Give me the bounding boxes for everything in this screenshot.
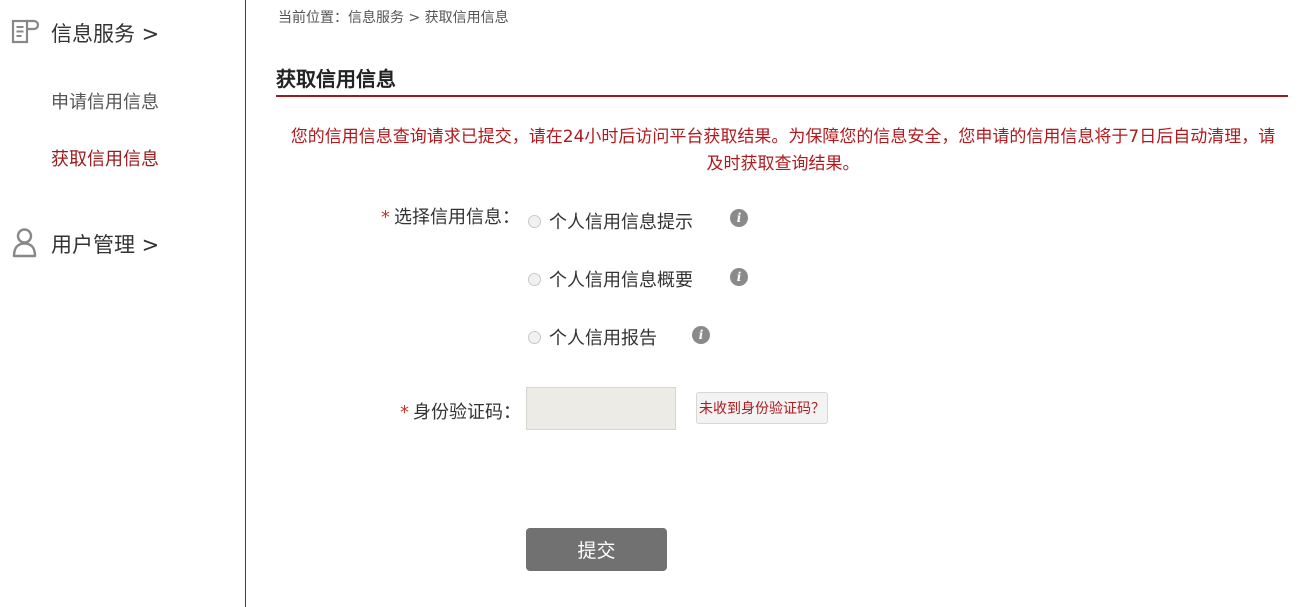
option-credit-report[interactable]: 个人信用报告 bbox=[528, 324, 657, 350]
verification-code-label: * 身份验证码： bbox=[400, 398, 521, 424]
option-label: 个人信用报告 bbox=[549, 328, 657, 349]
main-content: 当前位置：信息服务 > 获取信用信息 获取信用信息 您的信用信息查询请求已提交，… bbox=[246, 0, 1302, 607]
credit-info-label: * 选择信用信息： bbox=[381, 203, 520, 229]
radio-button[interactable] bbox=[528, 214, 541, 228]
option-credit-info-hint[interactable]: 个人信用信息提示 bbox=[528, 208, 693, 234]
option-label: 个人信用信息概要 bbox=[549, 270, 693, 291]
nav-section-user-management[interactable]: 用户管理 > bbox=[10, 226, 159, 262]
submit-button[interactable]: 提交 bbox=[526, 528, 667, 571]
option-label: 个人信用信息提示 bbox=[549, 212, 693, 233]
required-mark: * bbox=[381, 207, 390, 228]
nav-section-label: 用户管理 > bbox=[51, 233, 160, 257]
document-icon bbox=[10, 16, 40, 50]
info-icon[interactable]: i bbox=[730, 209, 748, 227]
sidebar: 信息服务 > 申请信用信息 获取信用信息 用户管理 > bbox=[0, 0, 245, 607]
page-title: 获取信用信息 bbox=[276, 67, 396, 91]
breadcrumb-prefix: 当前位置： bbox=[278, 10, 348, 26]
sidebar-item-apply-credit-info[interactable]: 申请信用信息 bbox=[51, 88, 159, 114]
notice-message: 您的信用信息查询请求已提交，请在24小时后访问平台获取结果。为保障您的信息安全，… bbox=[290, 127, 1276, 174]
credit-info-label-text: 选择信用信息： bbox=[394, 207, 520, 228]
title-underline bbox=[276, 95, 1288, 97]
user-icon bbox=[10, 226, 39, 262]
resend-code-button[interactable]: 未收到身份验证码？ bbox=[696, 392, 828, 424]
breadcrumb-separator: > bbox=[404, 10, 425, 26]
breadcrumb-link-info-services[interactable]: 信息服务 bbox=[348, 10, 404, 26]
info-icon[interactable]: i bbox=[692, 326, 710, 344]
verification-code-label-text: 身份验证码： bbox=[413, 402, 521, 423]
radio-button[interactable] bbox=[528, 272, 541, 286]
info-icon[interactable]: i bbox=[730, 268, 748, 286]
option-credit-info-summary[interactable]: 个人信用信息概要 bbox=[528, 266, 693, 292]
required-mark: * bbox=[400, 402, 409, 423]
nav-section-info-services[interactable]: 信息服务 > bbox=[10, 16, 159, 50]
nav-section-label: 信息服务 > bbox=[51, 22, 160, 46]
breadcrumb: 当前位置：信息服务 > 获取信用信息 bbox=[278, 7, 509, 27]
verification-code-input[interactable] bbox=[526, 387, 676, 430]
breadcrumb-current: 获取信用信息 bbox=[424, 10, 509, 26]
radio-button[interactable] bbox=[528, 330, 541, 344]
sidebar-item-get-credit-info[interactable]: 获取信用信息 bbox=[51, 145, 159, 171]
